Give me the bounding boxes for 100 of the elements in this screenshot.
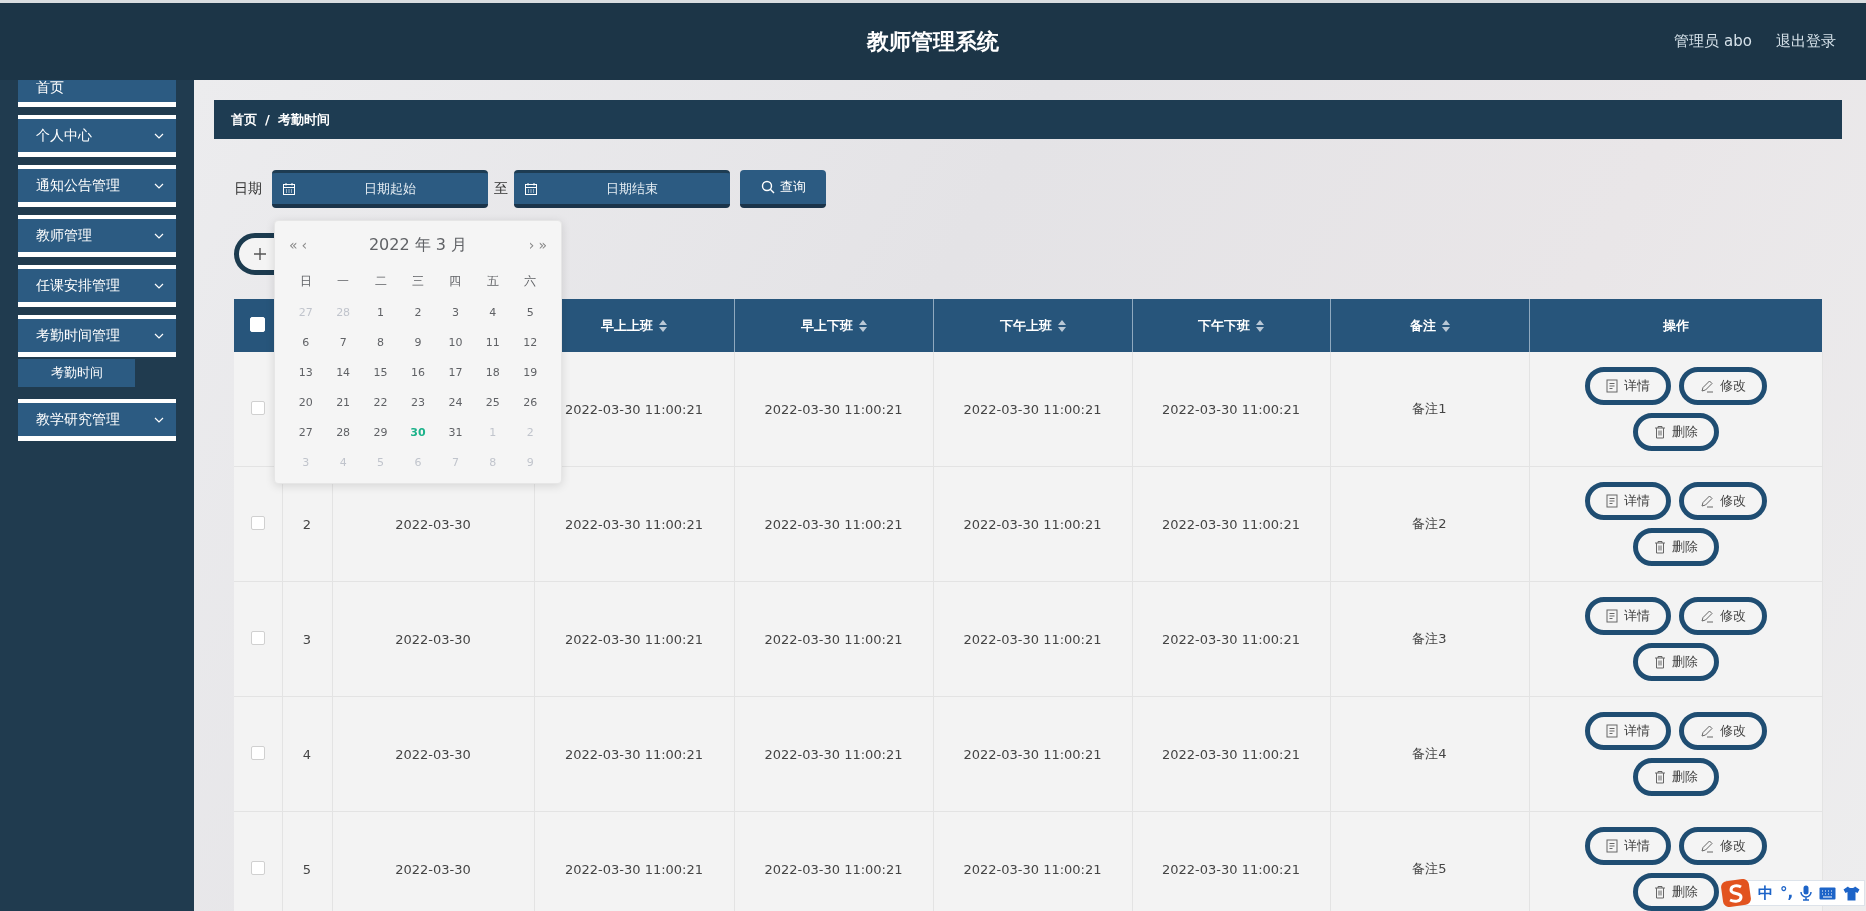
trash-icon [1653,885,1666,899]
row-checkbox[interactable] [250,400,265,415]
calendar-day[interactable]: 14 [336,365,351,379]
calendar-day[interactable]: 28 [336,425,351,439]
table-cell: 2022-03-30 11:00:21 [764,631,903,647]
calendar-day[interactable]: 24 [448,395,463,409]
calendar-day[interactable]: 27 [298,425,313,439]
document-icon [1605,494,1618,508]
start-date-field[interactable]: 日期起始 [272,170,488,208]
sidebar-item[interactable]: 考勤时间管理 [18,315,176,357]
sidebar-item[interactable]: 教学研究管理 [18,399,176,441]
delete-button[interactable]: 删除 [1632,413,1719,451]
calendar-day[interactable]: 23 [410,395,425,409]
sort-icon[interactable] [1256,319,1264,332]
edit-button[interactable]: 修改 [1678,367,1767,405]
edit-button[interactable]: 修改 [1678,827,1767,865]
calendar-day[interactable]: 11 [485,335,500,349]
calendar-day[interactable]: 26 [523,395,538,409]
table-cell: 备注4 [1412,746,1447,761]
calendar-day[interactable]: 5 [526,305,534,319]
logout-link[interactable]: 退出登录 [1776,32,1836,51]
calendar-day[interactable]: 21 [336,395,351,409]
previous-year-button[interactable]: « [287,237,300,253]
row-checkbox[interactable] [250,745,265,760]
submenu-item[interactable]: 考勤时间 [18,359,135,387]
calendar-day[interactable]: 15 [373,365,388,379]
previous-month-button[interactable]: ‹ [299,237,310,253]
delete-button[interactable]: 删除 [1632,643,1719,681]
detail-button[interactable]: 详情 [1584,827,1671,865]
end-date-field[interactable]: 日期结束 [514,170,730,208]
table-cell: 2022-03-30 11:00:21 [963,516,1102,532]
breadcrumb-item[interactable]: 首页 [231,110,257,129]
sort-icon[interactable] [659,319,667,332]
ime-logo-icon[interactable] [1721,879,1751,907]
table-cell: 4 [302,746,312,762]
calendar-day[interactable]: 10 [448,335,463,349]
row-checkbox[interactable] [250,515,265,530]
trash-icon [1653,425,1666,439]
delete-button[interactable]: 删除 [1632,528,1719,566]
column-header[interactable]: 下午上班 [999,316,1066,335]
chevron-down-icon [154,332,164,339]
calendar-day[interactable]: 3 [451,305,459,319]
sidebar-item[interactable]: 任课安排管理 [18,265,176,307]
edit-button[interactable]: 修改 [1678,482,1767,520]
sort-icon[interactable] [858,319,867,332]
calendar-day[interactable]: 29 [373,425,388,439]
calendar-day[interactable]: 22 [373,395,388,409]
table-cell: 2022-03-30 [395,631,471,647]
table-cell: 2022-03-30 11:00:21 [963,746,1102,762]
punctuation-toggle[interactable]: °, [1780,884,1794,902]
calendar-day[interactable]: 1 [377,305,385,319]
calendar-day[interactable]: 8 [377,335,385,349]
column-header[interactable]: 早上下班 [800,316,867,335]
keyboard-icon[interactable] [1819,886,1837,900]
calendar-day[interactable]: 2 [414,305,422,319]
calendar-day[interactable]: 25 [485,395,500,409]
column-header[interactable]: 早上上班 [601,316,667,335]
column-header: 操作 [1662,316,1689,335]
document-icon [1605,724,1618,738]
calendar-day[interactable]: 19 [523,365,538,379]
sidebar-item[interactable]: 个人中心 [18,115,176,157]
sidebar-item[interactable]: 教师管理 [18,215,176,257]
calendar-day[interactable]: 18 [485,365,500,379]
calendar-day[interactable]: 4 [489,305,497,319]
sidebar-item[interactable]: 首页 [18,80,176,107]
column-header[interactable]: 备注 [1409,316,1450,335]
calendar-day[interactable]: 20 [298,395,313,409]
pencil-icon [1699,839,1714,853]
edit-button[interactable]: 修改 [1678,597,1767,635]
sort-icon[interactable] [1441,319,1450,332]
next-year-button[interactable]: » [536,237,549,253]
calendar-day[interactable]: 17 [448,365,463,379]
row-checkbox[interactable] [250,630,265,645]
calendar-day[interactable]: 7 [339,335,347,349]
sidebar-item[interactable]: 通知公告管理 [18,165,176,207]
detail-button[interactable]: 详情 [1584,482,1671,520]
detail-button[interactable]: 详情 [1584,712,1671,750]
calendar-day[interactable]: 16 [410,365,425,379]
edit-button[interactable]: 修改 [1678,712,1767,750]
row-checkbox[interactable] [250,860,265,875]
search-button[interactable]: 查询 [740,170,826,208]
calendar-day[interactable]: 31 [448,425,463,439]
calendar-day[interactable]: 6 [302,335,310,349]
detail-button[interactable]: 详情 [1584,597,1671,635]
column-header[interactable]: 下午下班 [1198,316,1264,335]
delete-button[interactable]: 删除 [1632,758,1719,796]
shirt-icon[interactable] [1843,885,1861,901]
calendar-day[interactable]: 12 [523,335,538,349]
weekday-label: 一 [337,273,350,288]
app-title: 教师管理系统 [867,28,999,54]
delete-button[interactable]: 删除 [1632,873,1719,911]
sort-icon[interactable] [1057,319,1066,332]
next-month-button[interactable]: › [526,237,537,253]
calendar-day[interactable]: 13 [298,365,313,379]
detail-button[interactable]: 详情 [1584,367,1671,405]
select-all-checkbox[interactable] [250,316,266,332]
calendar-day[interactable]: 9 [414,335,422,349]
table-cell: 2022-03-30 11:00:21 [1161,631,1301,647]
microphone-icon[interactable] [1800,885,1813,901]
input-mode-toggle[interactable]: 中 [1758,883,1773,903]
